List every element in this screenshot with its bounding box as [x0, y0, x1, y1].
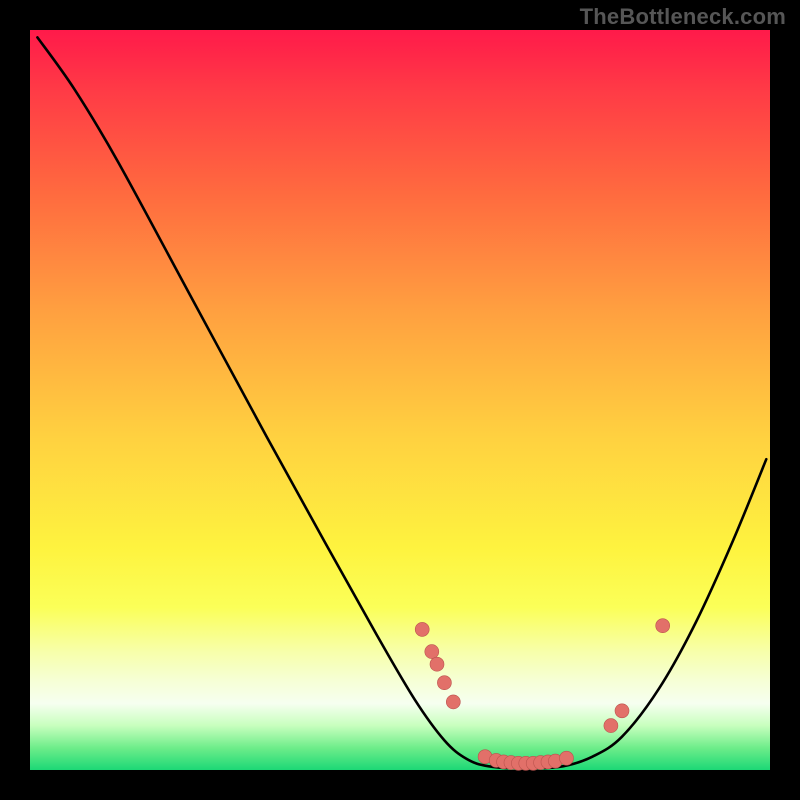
data-point-group	[415, 619, 670, 771]
data-point	[656, 619, 670, 633]
data-point	[430, 657, 444, 671]
attribution-label: TheBottleneck.com	[580, 4, 786, 30]
chart-frame: TheBottleneck.com	[0, 0, 800, 800]
data-point	[560, 751, 574, 765]
chart-svg	[30, 30, 770, 770]
data-point	[615, 704, 629, 718]
data-point	[415, 622, 429, 636]
data-point	[437, 676, 451, 690]
data-point	[446, 695, 460, 709]
data-point	[604, 719, 618, 733]
bottleneck-curve	[37, 37, 766, 768]
data-point	[425, 645, 439, 659]
